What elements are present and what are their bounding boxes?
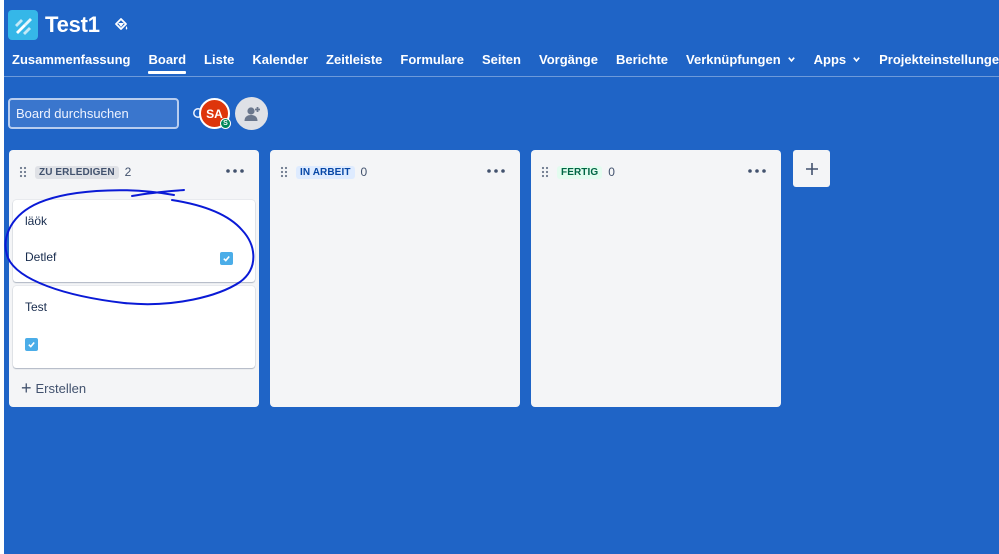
chevron-down-icon: [787, 57, 795, 63]
tab-formulare[interactable]: Formulare: [392, 50, 474, 74]
column-count: 2: [124, 165, 132, 179]
app-frame: Test1 Zusammenfassung Board Liste Kalend…: [4, 0, 999, 554]
more-options-icon[interactable]: [223, 162, 247, 180]
tab-label: Seiten: [481, 52, 521, 67]
card-title: läök: [25, 214, 48, 228]
avatar-status-badge: S: [220, 118, 231, 129]
drag-handle-icon[interactable]: [280, 166, 288, 178]
tab-label: Projekteinstellungen: [879, 52, 999, 67]
tab-label: Board: [148, 52, 187, 67]
nav-divider: [4, 76, 999, 77]
tab-projekteinstellungen[interactable]: Projekteinstellungen: [871, 50, 999, 74]
tab-verknuepfungen[interactable]: Verknüpfungen: [678, 50, 806, 74]
project-title: Test1: [45, 12, 100, 37]
tab-label: Apps: [813, 52, 847, 67]
create-label: Erstellen: [35, 380, 87, 396]
column-header: IN ARBEIT 0: [280, 164, 510, 180]
tab-berichte[interactable]: Berichte: [608, 50, 678, 74]
more-options-icon[interactable]: [745, 162, 769, 180]
tab-zeitleiste[interactable]: Zeitleiste: [318, 50, 392, 74]
project-header: Test1: [8, 8, 130, 42]
drag-handle-icon[interactable]: [19, 166, 27, 178]
create-issue-button[interactable]: + Erstellen: [21, 379, 86, 397]
column-count: 0: [360, 165, 368, 179]
plus-icon: [805, 162, 818, 175]
tab-label: Vorgänge: [538, 52, 598, 67]
tab-label: Verknüpfungen: [686, 52, 781, 67]
issue-card[interactable]: Test: [13, 286, 255, 368]
tab-label: Zeitleiste: [326, 52, 383, 67]
card-assignee: Detlef: [25, 250, 57, 264]
paint-bucket-icon[interactable]: [112, 16, 130, 34]
tab-vorgaenge[interactable]: Vorgänge: [531, 50, 608, 74]
project-nav: Zusammenfassung Board Liste Kalender Zei…: [4, 50, 999, 74]
column-in-progress: IN ARBEIT 0: [270, 150, 520, 407]
column-done: FERTIG 0: [531, 150, 781, 407]
add-person-icon: [244, 106, 260, 121]
column-header: ZU ERLEDIGEN 2: [19, 164, 249, 180]
tab-label: Formulare: [400, 52, 464, 67]
issue-card[interactable]: läök Detlef: [13, 200, 255, 282]
tab-seiten[interactable]: Seiten: [474, 50, 531, 74]
checkbox-icon[interactable]: [25, 338, 38, 351]
tab-zusammenfassung[interactable]: Zusammenfassung: [4, 50, 140, 74]
column-header: FERTIG 0: [541, 164, 771, 180]
tab-label: Zusammenfassung: [12, 52, 131, 67]
card-title: Test: [25, 300, 48, 314]
tab-liste[interactable]: Liste: [196, 50, 244, 74]
column-title: ZU ERLEDIGEN: [35, 165, 119, 179]
add-column-button[interactable]: [793, 150, 830, 187]
column-count: 0: [608, 165, 615, 179]
tab-kalender[interactable]: Kalender: [244, 50, 318, 74]
column-title: FERTIG: [557, 165, 603, 179]
tab-label: Kalender: [252, 52, 309, 67]
search-input[interactable]: [10, 100, 192, 127]
tab-label: Berichte: [615, 52, 669, 67]
more-options-icon[interactable]: [484, 162, 508, 180]
project-rocket-icon[interactable]: [8, 10, 38, 40]
tab-label: Liste: [204, 52, 235, 67]
checkbox-icon[interactable]: [220, 252, 233, 265]
plus-icon: +: [21, 378, 32, 398]
tab-board[interactable]: Board: [140, 50, 196, 74]
drag-handle-icon[interactable]: [541, 166, 549, 178]
tab-apps[interactable]: Apps: [806, 50, 872, 74]
column-title: IN ARBEIT: [296, 165, 355, 179]
board-search: [8, 98, 206, 129]
column-todo: ZU ERLEDIGEN 2 läök Detlef Test + Erstel…: [9, 150, 259, 407]
chevron-down-icon: [853, 57, 860, 63]
add-people-button[interactable]: [235, 97, 268, 130]
